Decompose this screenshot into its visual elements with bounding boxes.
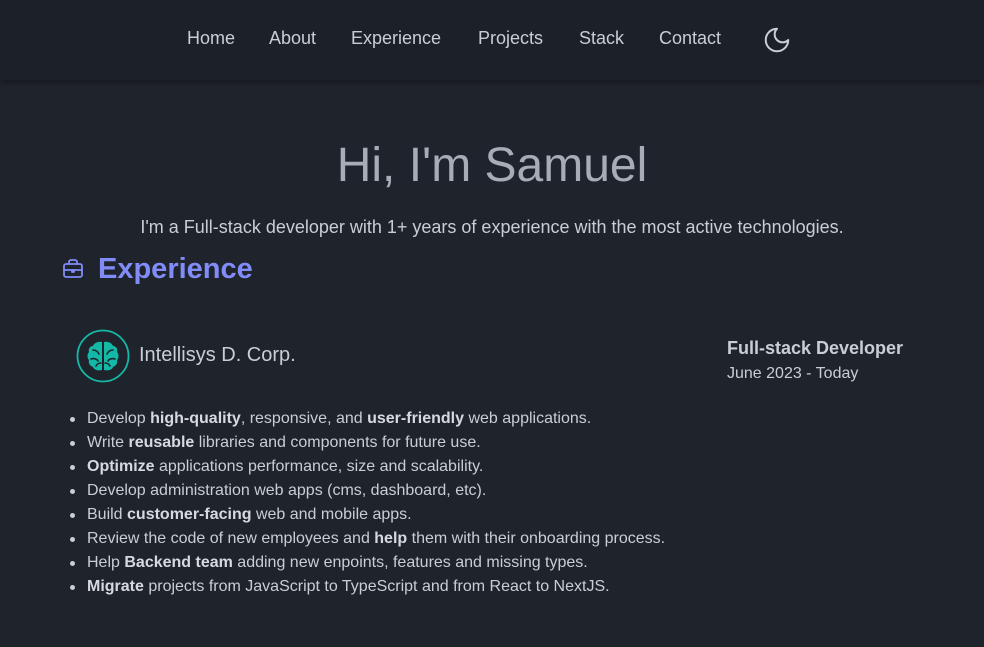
- nav-link-projects[interactable]: Projects: [478, 28, 543, 49]
- job-task-item: Develop high-quality, responsive, and us…: [69, 407, 665, 431]
- job-task-item: Optimize applications performance, size …: [69, 455, 665, 479]
- job-task-item: Write reusable libraries and components …: [69, 431, 665, 455]
- nav-link-experience[interactable]: Experience: [351, 28, 441, 49]
- top-navbar: Home About Experience Projects Stack Con…: [0, 0, 984, 80]
- company-name: Intellisys D. Corp.: [139, 344, 296, 366]
- briefcase-icon: [63, 259, 83, 278]
- theme-toggle-button[interactable]: [762, 25, 792, 55]
- moon-icon: [764, 27, 790, 53]
- job-role: Full-stack Developer: [727, 338, 904, 358]
- nav-link-contact[interactable]: Contact: [659, 28, 721, 49]
- hero-subtitle: I'm a Full-stack developer with 1+ years…: [140, 217, 844, 237]
- job-period: June 2023 - Today: [727, 365, 859, 382]
- experience-title: Experience: [98, 253, 253, 285]
- job-task-item: Develop administration web apps (cms, da…: [69, 479, 665, 503]
- nav-link-home[interactable]: Home: [187, 28, 235, 49]
- job-task-list: Develop high-quality, responsive, and us…: [69, 407, 665, 599]
- job-task-item: Review the code of new employees and hel…: [69, 527, 665, 551]
- hero-title: Hi, I'm Samuel: [336, 139, 648, 192]
- brain-icon: [76, 329, 130, 383]
- job-task-item: Build customer-facing web and mobile app…: [69, 503, 665, 527]
- nav-link-stack[interactable]: Stack: [579, 28, 624, 49]
- job-task-item: Migrate projects from JavaScript to Type…: [69, 575, 665, 599]
- nav-link-about[interactable]: About: [269, 28, 316, 49]
- job-task-item: Help Backend team adding new enpoints, f…: [69, 551, 665, 575]
